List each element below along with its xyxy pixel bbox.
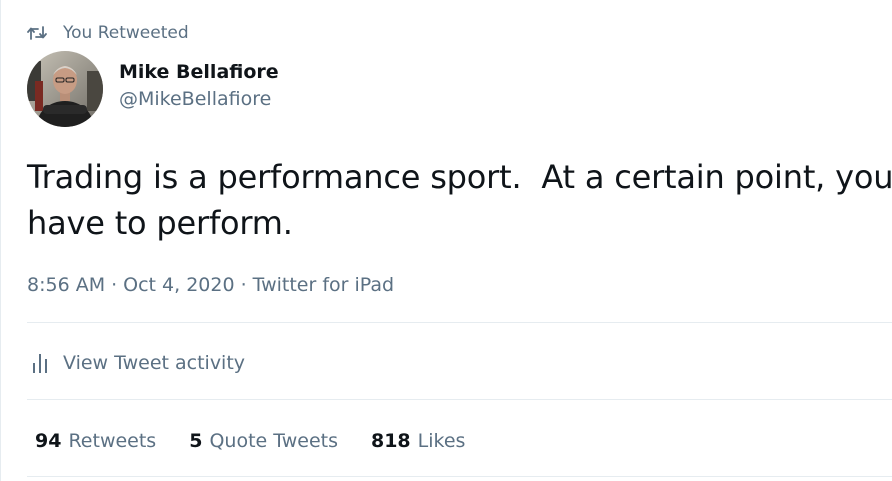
view-tweet-activity-label: View Tweet activity	[63, 352, 246, 374]
tweet-meta: 8:56 AM · Oct 4, 2020 · Twitter for iPad	[27, 272, 394, 298]
retweets-label: Retweets	[68, 430, 157, 452]
retweets-count: 94	[35, 430, 62, 452]
tweet-text: Trading is a performance sport. At a cer…	[27, 158, 892, 242]
tweet-stats: 94 Retweets 5 Quote Tweets 818 Likes	[35, 427, 498, 455]
meta-separator: ·	[240, 274, 247, 296]
tweet-detail: You Retweeted Mike Bellafiore @MikeBella…	[0, 0, 892, 481]
divider	[27, 476, 892, 477]
retweet-icon	[27, 23, 47, 43]
retweet-context-label: You Retweeted	[63, 23, 189, 43]
author-block: Mike Bellafiore @MikeBellafiore	[27, 51, 279, 127]
quote-tweets-stat[interactable]: 5 Quote Tweets	[189, 430, 338, 452]
meta-separator: ·	[111, 274, 118, 296]
tweet-source[interactable]: Twitter for iPad	[253, 274, 394, 296]
retweet-context: You Retweeted	[27, 22, 189, 44]
bar-chart-icon	[31, 352, 51, 374]
quote-tweets-label: Quote Tweets	[209, 430, 338, 452]
retweets-stat[interactable]: 94 Retweets	[35, 430, 156, 452]
likes-label: Likes	[417, 430, 466, 452]
likes-stat[interactable]: 818 Likes	[371, 430, 465, 452]
likes-count: 818	[370, 430, 411, 452]
author-handle[interactable]: @MikeBellafiore	[119, 85, 279, 113]
avatar[interactable]	[27, 51, 103, 127]
tweet-time[interactable]: 8:56 AM	[27, 274, 105, 296]
tweet-date[interactable]: Oct 4, 2020	[123, 274, 234, 296]
divider	[27, 322, 892, 323]
divider	[27, 399, 892, 400]
quote-tweets-count: 5	[189, 430, 203, 452]
view-tweet-activity-link[interactable]: View Tweet activity	[31, 349, 245, 377]
author-display-name[interactable]: Mike Bellafiore	[119, 59, 279, 85]
author-names: Mike Bellafiore @MikeBellafiore	[119, 59, 279, 113]
